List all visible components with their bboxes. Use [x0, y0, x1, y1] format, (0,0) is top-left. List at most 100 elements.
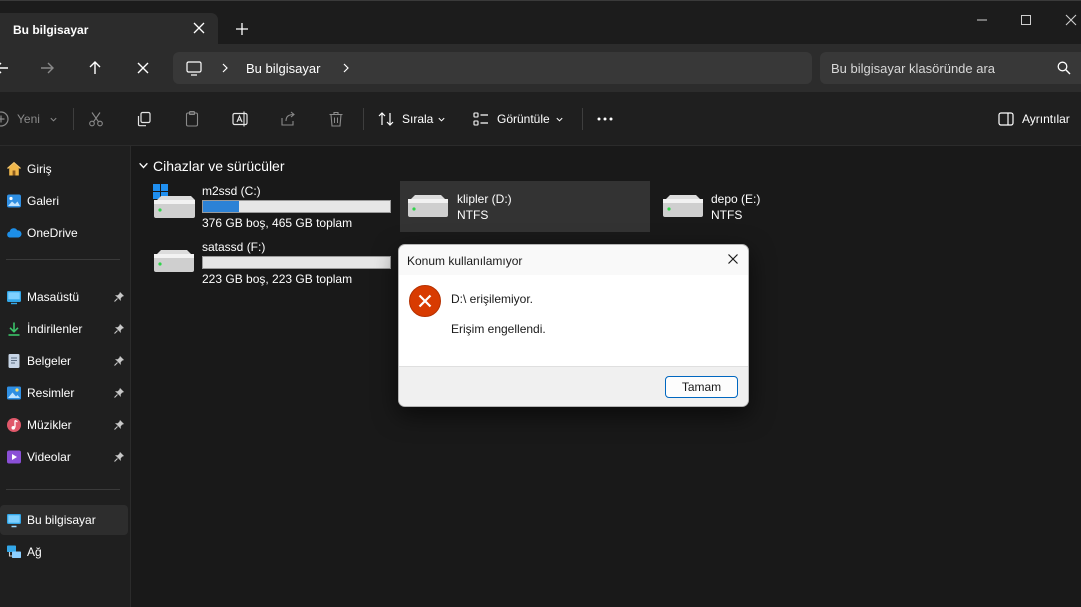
copy-icon[interactable]: [135, 110, 153, 128]
drive-name: m2ssd (C:): [202, 184, 261, 198]
view-label: Görüntüle: [497, 112, 550, 126]
drive-tile-c[interactable]: m2ssd (C:) 376 GB boş, 465 GB toplam: [151, 182, 395, 232]
music-icon: [7, 418, 21, 432]
pin-icon[interactable]: [113, 387, 125, 399]
sort-button[interactable]: Sırala: [377, 108, 457, 130]
address-bar[interactable]: Bu bilgisayar: [173, 52, 812, 84]
cut-icon[interactable]: [87, 110, 105, 128]
chevron-down-icon: [50, 117, 57, 122]
close-icon[interactable]: [725, 251, 741, 267]
back-icon[interactable]: [0, 58, 12, 78]
sidebar-item-onedrive[interactable]: OneDrive: [0, 218, 128, 248]
drive-tile-f[interactable]: satassd (F:) 223 GB boş, 223 GB toplam: [151, 238, 395, 288]
breadcrumb-this-pc[interactable]: Bu bilgisayar: [246, 61, 320, 76]
tab-title: Bu bilgisayar: [13, 23, 89, 37]
sidebar-item-home[interactable]: Giriş: [0, 154, 128, 184]
error-icon: [409, 285, 441, 317]
sidebar-divider: [6, 259, 120, 260]
details-label: Ayrıntılar: [1022, 112, 1070, 126]
sidebar-item-downloads[interactable]: İndirilenler: [0, 314, 128, 344]
more-options-icon[interactable]: [596, 110, 614, 128]
toolbar-divider: [73, 108, 74, 130]
documents-icon: [8, 354, 20, 368]
new-button[interactable]: Yeni: [0, 108, 60, 130]
chevron-down-icon: [438, 117, 445, 122]
drive-tile-e[interactable]: depo (E:) NTFS: [655, 181, 905, 232]
rename-icon[interactable]: [231, 110, 249, 128]
chevron-right-icon[interactable]: [340, 62, 352, 74]
chevron-down-icon[interactable]: [138, 160, 149, 171]
drive-capacity: 223 GB boş, 223 GB toplam: [202, 272, 353, 286]
search-icon[interactable]: [1056, 60, 1072, 76]
stop-icon[interactable]: [133, 58, 153, 78]
sidebar-item-pictures[interactable]: Resimler: [0, 378, 128, 408]
sidebar-item-network[interactable]: Ağ: [0, 537, 128, 567]
share-icon[interactable]: [279, 110, 297, 128]
search-box[interactable]: [820, 52, 1081, 84]
view-button[interactable]: Görüntüle: [472, 108, 572, 130]
sidebar-item-videos[interactable]: Videolar: [0, 442, 128, 472]
sidebar-item-label: Bu bilgisayar: [27, 513, 96, 527]
sidebar-item-label: Ağ: [27, 545, 42, 559]
pictures-icon: [7, 386, 21, 400]
gallery-icon: [7, 194, 21, 208]
details-pane-icon: [998, 112, 1014, 126]
pin-icon[interactable]: [113, 323, 125, 335]
hard-drive-icon: [154, 250, 194, 272]
sidebar-item-gallery[interactable]: Galeri: [0, 186, 128, 216]
maximize-icon[interactable]: [1017, 11, 1035, 29]
home-icon: [7, 161, 21, 176]
plus-circle-icon: [0, 111, 9, 127]
pin-icon[interactable]: [113, 451, 125, 463]
sort-label: Sırala: [402, 112, 434, 126]
hard-drive-icon: [663, 195, 703, 217]
sidebar-divider: [6, 489, 120, 490]
new-label: Yeni: [17, 112, 40, 126]
sidebar-item-documents[interactable]: Belgeler: [0, 346, 128, 376]
title-bar: Bu bilgisayar: [0, 0, 1081, 45]
dialog-message: D:\ erişilemiyor.: [451, 292, 534, 306]
close-window-icon[interactable]: [1062, 11, 1080, 29]
sidebar-item-desktop[interactable]: Masaüstü: [0, 282, 128, 312]
download-icon: [8, 322, 20, 336]
drive-tile-d[interactable]: klipler (D:) NTFS: [400, 181, 650, 232]
navigation-bar: Bu bilgisayar: [0, 44, 1081, 92]
drive-name: depo (E:): [711, 192, 761, 206]
forward-icon[interactable]: [37, 58, 57, 78]
navigation-pane: Giriş Galeri OneDrive Masaüstü İndirilen…: [0, 146, 131, 607]
desktop-icon: [7, 291, 21, 305]
sidebar-item-label: İndirilenler: [27, 322, 83, 336]
videos-icon: [7, 450, 21, 464]
section-title: Cihazlar ve sürücüler: [153, 158, 285, 174]
sidebar-item-label: Galeri: [27, 194, 60, 208]
tab-this-pc[interactable]: Bu bilgisayar: [0, 13, 218, 45]
monitor-icon: [186, 61, 202, 76]
search-input[interactable]: [831, 52, 1051, 84]
sidebar-item-label: Giriş: [27, 162, 52, 176]
sidebar-item-this-pc[interactable]: Bu bilgisayar: [0, 505, 128, 535]
sidebar-item-label: Videolar: [27, 450, 71, 464]
up-icon[interactable]: [85, 58, 105, 78]
ok-button[interactable]: Tamam: [665, 376, 738, 398]
delete-icon[interactable]: [327, 110, 345, 128]
pin-icon[interactable]: [113, 355, 125, 367]
storage-bar: [202, 256, 391, 269]
drive-filesystem: NTFS: [711, 208, 743, 222]
drive-capacity: 376 GB boş, 465 GB toplam: [202, 216, 353, 230]
pin-icon[interactable]: [113, 291, 125, 303]
paste-icon[interactable]: [183, 110, 201, 128]
network-icon: [7, 545, 21, 558]
pin-icon[interactable]: [113, 419, 125, 431]
close-tab-icon[interactable]: [190, 19, 208, 37]
windows-drive-icon: [153, 184, 195, 218]
drive-name: satassd (F:): [202, 240, 266, 254]
sidebar-item-music[interactable]: Müzikler: [0, 410, 128, 440]
command-bar: Yeni Sırala Görüntüle Ayrıntılar: [0, 92, 1081, 146]
new-tab-icon[interactable]: [233, 20, 251, 38]
chevron-down-icon: [556, 117, 563, 122]
error-dialog: Konum kullanılamıyor D:\ erişilemiyor. E…: [398, 244, 749, 407]
storage-bar-fill: [203, 201, 239, 212]
sort-icon: [378, 112, 394, 126]
details-button[interactable]: Ayrıntılar: [997, 108, 1077, 130]
minimize-icon[interactable]: [973, 11, 991, 29]
